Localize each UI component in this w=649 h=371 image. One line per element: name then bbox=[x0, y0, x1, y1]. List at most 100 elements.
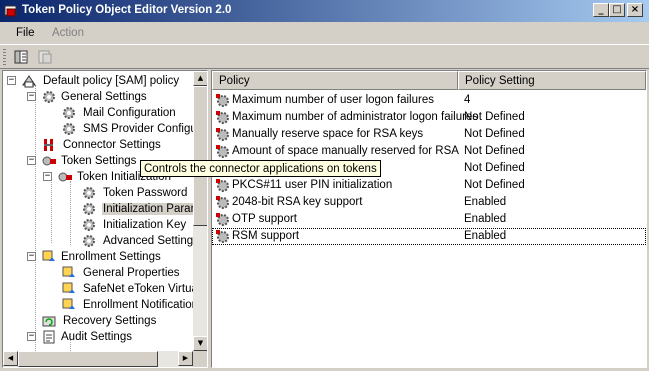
tree-item-label: Connector Settings bbox=[63, 139, 161, 151]
expander-minus-icon[interactable]: − bbox=[27, 252, 36, 261]
menu-bar: File Action bbox=[0, 22, 649, 44]
policy-value: Enabled bbox=[464, 196, 507, 208]
tree-item-label: Audit Settings bbox=[61, 331, 132, 343]
scroll-right-icon[interactable]: ▶ bbox=[178, 351, 193, 366]
recovery-icon bbox=[42, 316, 56, 327]
expander-minus-icon[interactable]: − bbox=[27, 156, 36, 165]
tree-item-label: SafeNet eToken Virtual bbox=[83, 283, 193, 295]
policy-row[interactable]: PKCS#11 user PIN initialization Not Defi… bbox=[212, 177, 646, 194]
toolbar-grip-icon[interactable] bbox=[3, 49, 6, 65]
toolbar bbox=[0, 44, 649, 69]
enroll-icon bbox=[42, 250, 55, 261]
window-title: Token Policy Object Editor Version 2.0 bbox=[22, 4, 232, 16]
tree-vscroll-thumb[interactable] bbox=[193, 86, 207, 226]
policy-row[interactable]: Maximum number of user logon failures 4 bbox=[212, 92, 646, 109]
tree-item-label: Enrollment Settings bbox=[61, 251, 161, 263]
setting-icon bbox=[216, 145, 229, 158]
tree-item-label: Token Settings bbox=[61, 155, 137, 167]
tree-item-label: General Settings bbox=[61, 91, 147, 103]
policy-value: Enabled bbox=[464, 213, 507, 225]
tree-horizontal-scrollbar[interactable]: ◀ ▶ bbox=[3, 351, 193, 367]
setting-icon bbox=[216, 230, 229, 243]
policy-value: Not Defined bbox=[464, 179, 525, 191]
policy-value: Not Defined bbox=[464, 128, 525, 140]
expander-minus-icon[interactable]: − bbox=[7, 76, 16, 85]
setting-icon bbox=[216, 213, 229, 226]
scrollbar-corner bbox=[193, 351, 207, 367]
gear-icon bbox=[83, 203, 95, 215]
scroll-up-icon[interactable]: ▲ bbox=[193, 71, 207, 86]
enroll-icon bbox=[62, 266, 75, 277]
tree-item-label: Recovery Settings bbox=[63, 315, 157, 327]
policy-value: Not Defined bbox=[464, 145, 525, 157]
tree-hscroll-thumb[interactable] bbox=[18, 351, 158, 367]
policy-row[interactable]: Amount of space manually reserved for RS… bbox=[212, 143, 646, 160]
gear-icon bbox=[43, 91, 55, 103]
setting-icon bbox=[216, 94, 229, 107]
tree-line bbox=[35, 85, 36, 351]
menu-file[interactable]: File bbox=[16, 27, 35, 39]
policy-name: Maximum number of administrator logon fa… bbox=[232, 111, 479, 123]
scroll-down-icon[interactable]: ▼ bbox=[193, 336, 207, 351]
column-header-policy-setting[interactable]: Policy Setting bbox=[458, 71, 646, 90]
policy-name: Manually reserve space for RSA keys bbox=[232, 128, 424, 140]
tree-item-label: General Properties bbox=[83, 267, 180, 279]
setting-icon bbox=[216, 196, 229, 209]
tree-item-label: Advanced Settings bbox=[103, 235, 193, 247]
tree-item-label: Default policy [SAM] policy bbox=[43, 75, 180, 87]
enroll-icon bbox=[62, 282, 75, 293]
policy-list-pane: Policy Policy Setting Maximum number of … bbox=[211, 70, 647, 368]
expander-minus-icon[interactable]: − bbox=[27, 332, 36, 341]
expander-minus-icon[interactable]: − bbox=[27, 92, 36, 101]
tree-item-label: Mail Configuration bbox=[83, 107, 176, 119]
tree-pane: − Default policy [SAM] policy − General … bbox=[2, 70, 208, 368]
policy-name: OTP support bbox=[232, 213, 297, 225]
setting-icon bbox=[216, 179, 229, 192]
app-icon bbox=[4, 5, 17, 17]
policy-value: Enabled bbox=[464, 230, 507, 242]
tree-line bbox=[51, 173, 52, 243]
tree-line bbox=[70, 181, 71, 245]
tree-item-label: Initialization Parameters bbox=[102, 203, 193, 215]
tree-vertical-scrollbar[interactable]: ▲ ▼ bbox=[193, 71, 207, 351]
tree-item-label: Token Password bbox=[103, 187, 188, 199]
maximize-button[interactable]: □ bbox=[609, 3, 625, 17]
policy-name: RSM support bbox=[232, 230, 300, 242]
gear-icon bbox=[83, 235, 95, 247]
token-icon bbox=[42, 156, 56, 166]
minimize-button[interactable]: _ bbox=[593, 3, 609, 17]
policy-value: Not Defined bbox=[464, 162, 525, 174]
tooltip: Controls the connector applications on t… bbox=[140, 160, 381, 177]
policy-name: PKCS#11 user PIN initialization bbox=[232, 179, 393, 191]
tree-item-label: Enrollment Notification bbox=[83, 299, 193, 311]
policy-row[interactable]: OTP support Enabled bbox=[212, 211, 646, 228]
setting-icon bbox=[216, 128, 229, 141]
properties-icon[interactable] bbox=[36, 48, 54, 66]
token-icon bbox=[58, 172, 72, 182]
connector-icon bbox=[44, 139, 53, 151]
close-button[interactable]: × bbox=[627, 3, 643, 17]
enroll-icon bbox=[62, 298, 75, 309]
audit-icon bbox=[43, 330, 55, 344]
column-header-policy[interactable]: Policy bbox=[212, 71, 458, 90]
policy-row[interactable]: 2048-bit RSA key support Enabled bbox=[212, 194, 646, 211]
policy-row[interactable]: Maximum number of administrator logon fa… bbox=[212, 109, 646, 126]
policy-tree: − Default policy [SAM] policy − General … bbox=[3, 71, 193, 351]
title-bar: Token Policy Object Editor Version 2.0 _… bbox=[0, 0, 649, 22]
menu-action[interactable]: Action bbox=[52, 27, 84, 39]
policy-row[interactable]: RSM support Enabled bbox=[212, 228, 646, 245]
policy-row[interactable]: Manually reserve space for RSA keys Not … bbox=[212, 126, 646, 143]
tree-item-label: Initialization Key bbox=[103, 219, 187, 231]
policy-name: 2048-bit RSA key support bbox=[232, 196, 363, 208]
expander-minus-icon[interactable]: − bbox=[43, 172, 52, 181]
gear-icon bbox=[83, 219, 95, 231]
scroll-left-icon[interactable]: ◀ bbox=[3, 351, 18, 366]
gear-icon bbox=[63, 123, 75, 135]
show-hide-tree-icon[interactable] bbox=[12, 48, 30, 66]
gear-icon bbox=[83, 187, 95, 199]
setting-icon bbox=[216, 111, 229, 124]
policy-value: 4 bbox=[464, 94, 471, 106]
policy-icon bbox=[22, 75, 36, 88]
policy-name: Amount of space manually reserved for RS… bbox=[232, 145, 459, 157]
tree-item-label: SMS Provider Configuration bbox=[83, 123, 193, 135]
